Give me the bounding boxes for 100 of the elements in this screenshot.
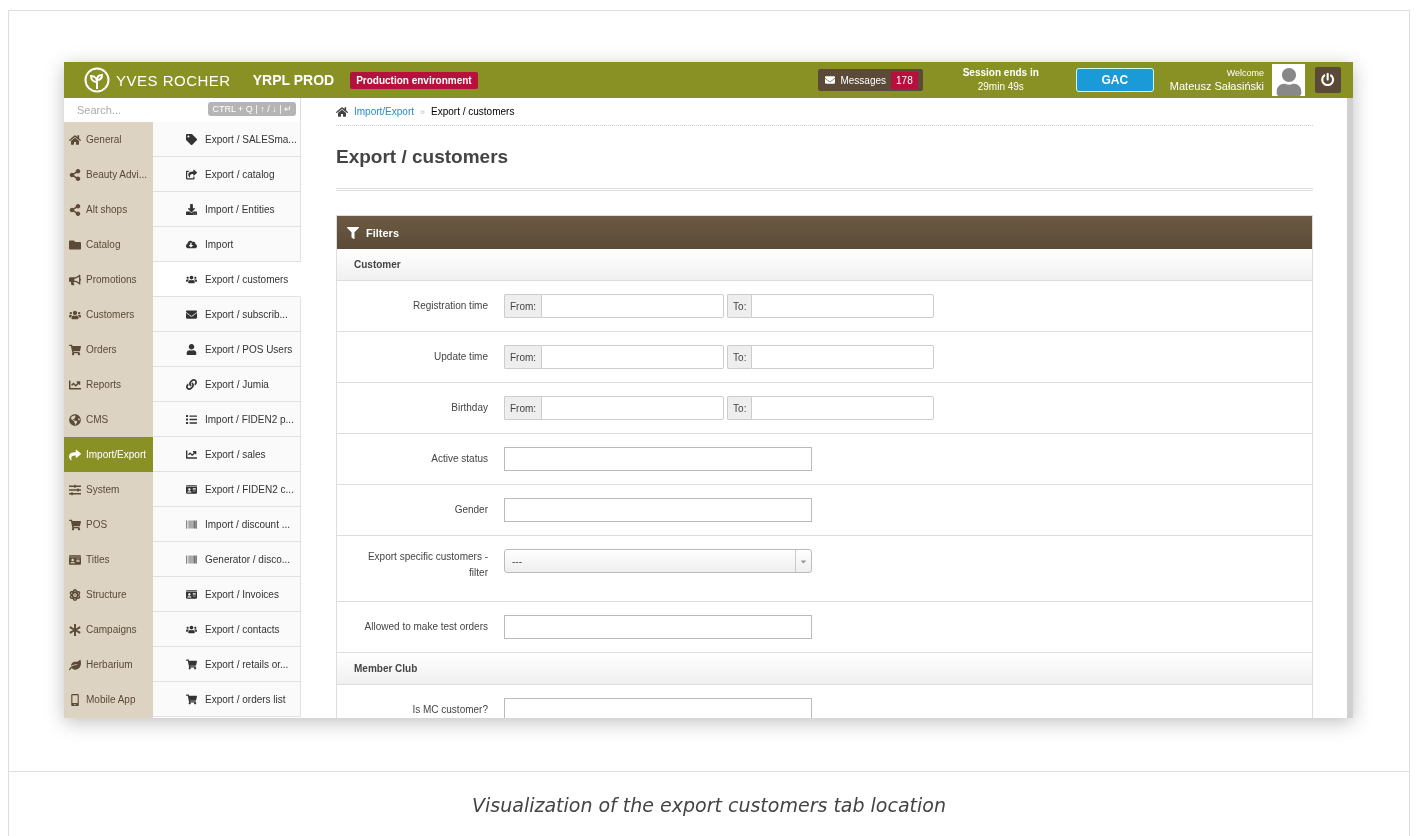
breadcrumb-link[interactable]: Import/Export — [354, 106, 415, 117]
nav-item[interactable]: CMS — [64, 402, 153, 437]
nav-item[interactable]: Alt shops — [64, 192, 153, 227]
nav-item[interactable]: Campaigns — [64, 612, 153, 647]
leaf-icon — [69, 658, 81, 671]
nav-label: Structure — [86, 589, 127, 600]
nav-item[interactable]: Beauty Advi... — [64, 157, 153, 192]
subnav-label: Import / FIDEN2 p... — [205, 413, 294, 425]
subnav-item[interactable]: Import — [153, 227, 301, 262]
subnav-item[interactable]: Export / catalog — [153, 157, 301, 192]
app-name: YRPL PROD — [252, 72, 335, 88]
line-chart-icon — [186, 448, 197, 460]
input-field[interactable] — [504, 447, 812, 471]
nav-item[interactable]: Promotions — [64, 262, 153, 297]
subnav-item[interactable]: Export / POS Users — [153, 332, 301, 367]
subnav-item[interactable]: Export / subscrib... — [153, 297, 301, 332]
user-name: Mateusz Sałasiński — [1169, 80, 1264, 93]
share-icon — [69, 203, 81, 216]
from-label: From: — [504, 294, 542, 318]
nav-label: Orders — [86, 344, 117, 355]
subnav-item[interactable]: Export / SALESma... — [153, 122, 301, 157]
subnav-label: Export / Invoices — [205, 588, 279, 600]
id-card-icon — [186, 588, 197, 600]
users-icon — [186, 623, 197, 635]
field-label: Gender — [453, 503, 488, 517]
date-from-field[interactable] — [541, 345, 725, 369]
user-icon — [186, 343, 197, 355]
home-icon[interactable] — [336, 105, 348, 118]
date-from-field[interactable] — [541, 396, 725, 420]
nav-label: Beauty Advi... — [86, 169, 148, 180]
nav-label: Import/Export — [86, 449, 147, 460]
subnav-label: Export / retails or... — [205, 658, 289, 670]
date-to-field[interactable] — [751, 294, 935, 318]
breadcrumb-separator: » — [420, 106, 426, 117]
from-label: From: — [504, 396, 542, 420]
page-title: Export / customers — [336, 126, 1313, 191]
nav-label: CMS — [86, 414, 109, 425]
line-chart-icon — [69, 378, 81, 391]
nav-item[interactable]: Reports — [64, 367, 153, 402]
subnav-item[interactable]: Export / orders list — [153, 682, 301, 717]
sliders-icon — [69, 483, 81, 496]
subnav-item[interactable]: Export / FIDEN2 c... — [153, 472, 301, 507]
cart-icon — [69, 343, 81, 356]
nav-item[interactable]: Catalog — [64, 227, 153, 262]
nav-label: Mobile App — [86, 694, 136, 705]
field-label: Allowed to make test orders — [363, 620, 488, 634]
users-icon — [186, 273, 197, 285]
nav-item[interactable]: General — [64, 122, 153, 157]
subnav-item[interactable]: Generator / disco... — [153, 542, 301, 577]
cloud-icon — [186, 238, 197, 250]
nav-label: Campaigns — [86, 624, 137, 635]
nav-item[interactable]: Customers — [64, 297, 153, 332]
share-icon — [69, 168, 81, 181]
field-label: Export specific customers - filter — [366, 550, 488, 580]
from-label: From: — [504, 345, 542, 369]
brand-name: YVES ROCHER — [116, 71, 231, 89]
nav-item[interactable]: Herbarium — [64, 647, 153, 682]
input-field[interactable] — [504, 615, 812, 639]
atom-icon — [69, 588, 81, 601]
subnav-item[interactable]: Import / Entities — [153, 192, 301, 227]
subnav-item[interactable]: Import / discount ... — [153, 507, 301, 542]
input-field[interactable] — [504, 698, 812, 718]
nav-item[interactable]: Structure — [64, 577, 153, 612]
nav-item[interactable]: System — [64, 472, 153, 507]
nav-label: Alt shops — [86, 204, 128, 215]
nav-label: Customers — [86, 309, 135, 320]
filter-icon — [347, 226, 359, 239]
nav-label: Reports — [86, 379, 121, 390]
id-card-icon — [186, 483, 197, 495]
field-label: Active status — [430, 452, 488, 466]
subnav-label: Export / SALESma... — [205, 133, 297, 145]
subnav-label: Export / subscrib... — [205, 308, 288, 320]
nav-item[interactable]: Mobile App — [64, 682, 153, 717]
power-button[interactable] — [1315, 67, 1341, 93]
messages-button[interactable]: Messages 178 — [818, 69, 923, 91]
select-field[interactable]: --- — [504, 549, 812, 573]
subnav-label: Export / customers — [205, 273, 289, 285]
subnav-item[interactable]: Export / Jumia — [153, 367, 301, 402]
input-field[interactable] — [504, 498, 812, 522]
date-to-field[interactable] — [751, 345, 935, 369]
link-icon — [186, 378, 197, 390]
subnav-item[interactable]: Export / Invoices — [153, 577, 301, 612]
home-icon — [69, 133, 81, 146]
folder-icon — [69, 238, 81, 251]
figure-caption: Visualization of the export customers tab location — [471, 793, 947, 816]
subnav-label: Import — [205, 238, 234, 250]
environment-badge: Production environment — [350, 71, 478, 89]
date-to-field[interactable] — [751, 396, 935, 420]
nav-item[interactable]: Orders — [64, 332, 153, 367]
asterisk-icon — [69, 623, 81, 636]
subnav-item[interactable]: Export / retails or... — [153, 647, 301, 682]
subnav-label: Export / catalog — [205, 168, 275, 180]
subnav-label: Export / POS Users — [205, 343, 293, 355]
list-icon — [186, 413, 197, 425]
nav-item[interactable]: POS — [64, 507, 153, 542]
nav-item[interactable]: Titles — [64, 542, 153, 577]
subnav-item[interactable]: Import / FIDEN2 p... — [153, 402, 301, 437]
date-from-field[interactable] — [541, 294, 725, 318]
subnav-item[interactable]: Export / contacts — [153, 612, 301, 647]
subnav-item[interactable]: Export / sales — [153, 437, 301, 472]
